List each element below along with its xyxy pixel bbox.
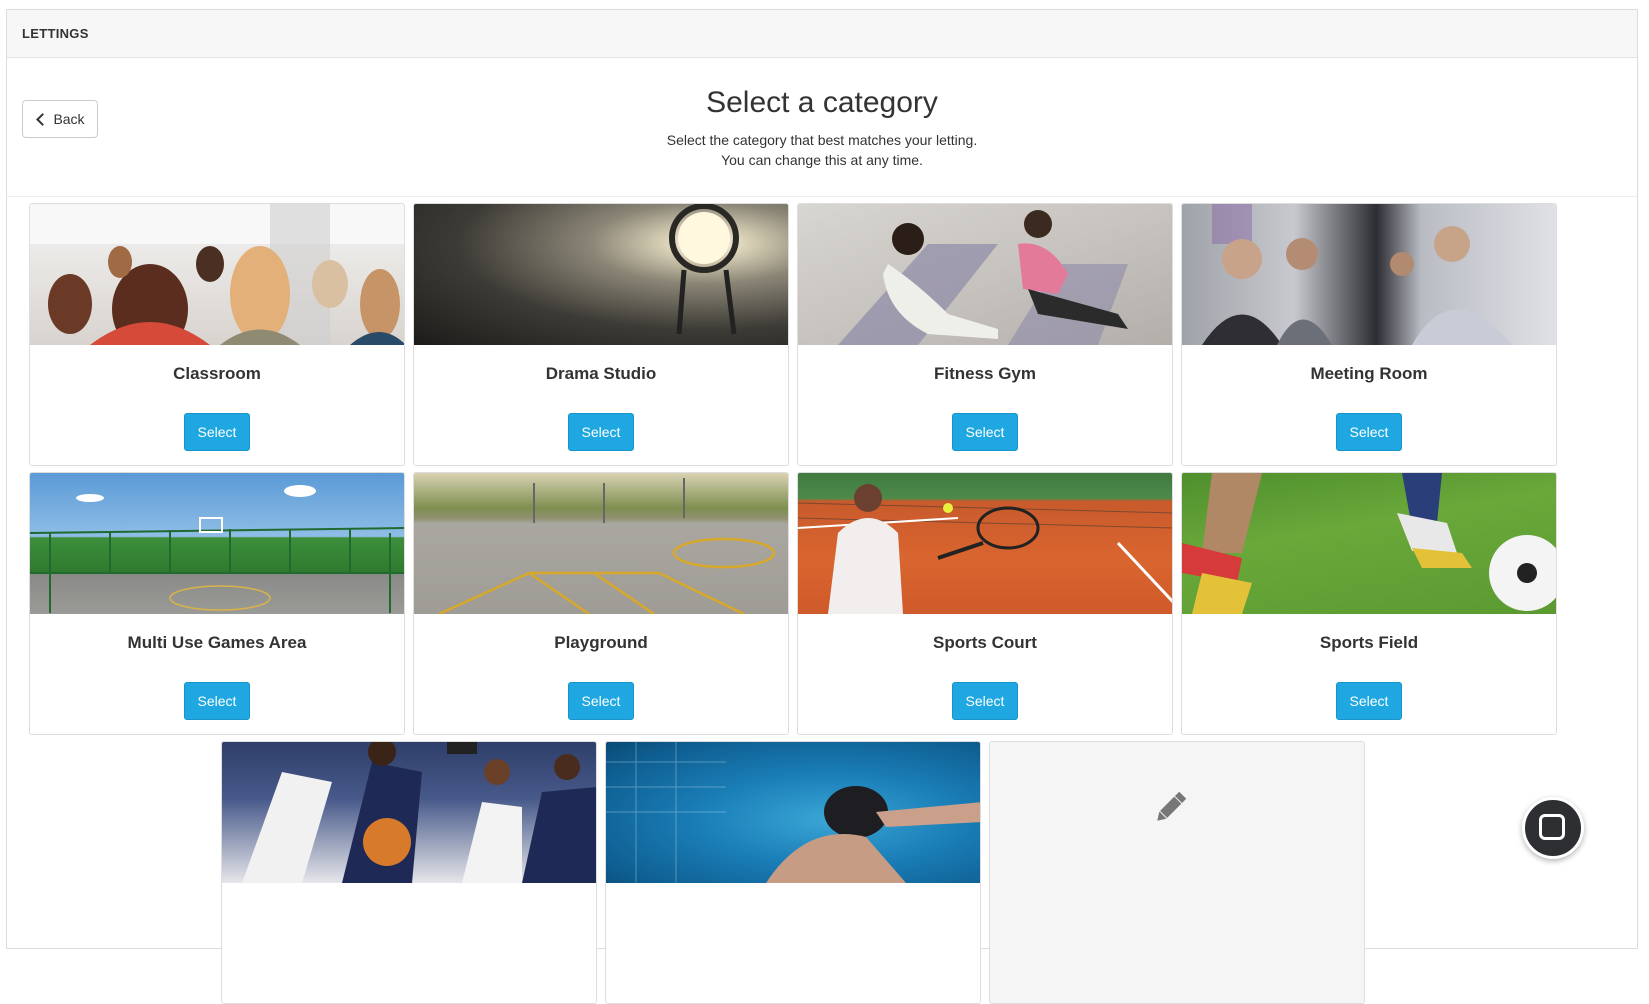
select-drama-studio-button[interactable]: Select xyxy=(568,413,634,451)
pencil-icon xyxy=(1157,791,1187,821)
category-card-swimming-pool xyxy=(605,741,981,1004)
sports-field-photo xyxy=(1182,473,1556,614)
category-name: Classroom xyxy=(173,364,261,383)
subtitle-line-2: You can change this at any time. xyxy=(721,152,923,168)
category-card-drama-studio: Drama Studio Select xyxy=(413,203,789,466)
sports-hall-photo xyxy=(222,742,596,883)
fitness-gym-photo xyxy=(798,204,1172,345)
category-card-sports-hall xyxy=(221,741,597,1004)
chat-launcher-button[interactable] xyxy=(1522,797,1584,859)
page-subtitle: Select the category that best matches yo… xyxy=(7,130,1637,170)
category-card-playground: Playground Select xyxy=(413,472,789,735)
category-card-sports-field: Sports Field Select xyxy=(1181,472,1557,735)
category-name: Meeting Room xyxy=(1310,364,1428,383)
select-sports-court-button[interactable]: Select xyxy=(952,682,1018,720)
panel-header: LETTINGS xyxy=(7,10,1637,58)
category-card-custom[interactable] xyxy=(989,741,1365,1004)
category-card-meeting-room: Meeting Room Select xyxy=(1181,203,1557,466)
select-playground-button[interactable]: Select xyxy=(568,682,634,720)
select-meeting-room-button[interactable]: Select xyxy=(1336,413,1402,451)
category-name: Sports Field xyxy=(1319,633,1419,652)
category-card-sports-court: Sports Court Select xyxy=(797,472,1173,735)
custom-category xyxy=(990,742,1364,883)
panel-header-title: LETTINGS xyxy=(22,26,89,41)
page-title: Select a category xyxy=(706,86,938,119)
category-card-classroom: Classroom Select xyxy=(29,203,405,466)
select-classroom-button[interactable]: Select xyxy=(184,413,250,451)
category-card-fitness-gym: Fitness Gym Select xyxy=(797,203,1173,466)
meeting-room-photo xyxy=(1182,204,1556,345)
playground-photo xyxy=(414,473,788,614)
select-sports-field-button[interactable]: Select xyxy=(1336,682,1402,720)
swimming-pool-photo xyxy=(606,742,980,883)
category-header: Back Select a category Select the catego… xyxy=(7,58,1637,197)
chat-icon xyxy=(1539,814,1565,840)
category-name: Fitness Gym xyxy=(933,364,1037,383)
category-name: Sports Court xyxy=(933,633,1037,652)
drama-studio-photo xyxy=(414,204,788,345)
subtitle-line-1: Select the category that best matches yo… xyxy=(666,132,978,148)
muga-photo xyxy=(30,473,404,614)
category-name: Drama Studio xyxy=(545,364,657,383)
classroom-photo xyxy=(30,204,404,345)
sports-court-photo xyxy=(798,473,1172,614)
select-muga-button[interactable]: Select xyxy=(184,682,250,720)
category-card-muga: Multi Use Games Area Select xyxy=(29,472,405,735)
category-name: Multi Use Games Area xyxy=(127,633,307,652)
lettings-panel: LETTINGS Back Select a category Select t… xyxy=(6,9,1638,1004)
select-fitness-gym-button[interactable]: Select xyxy=(952,413,1018,451)
category-name: Playground xyxy=(554,633,648,652)
